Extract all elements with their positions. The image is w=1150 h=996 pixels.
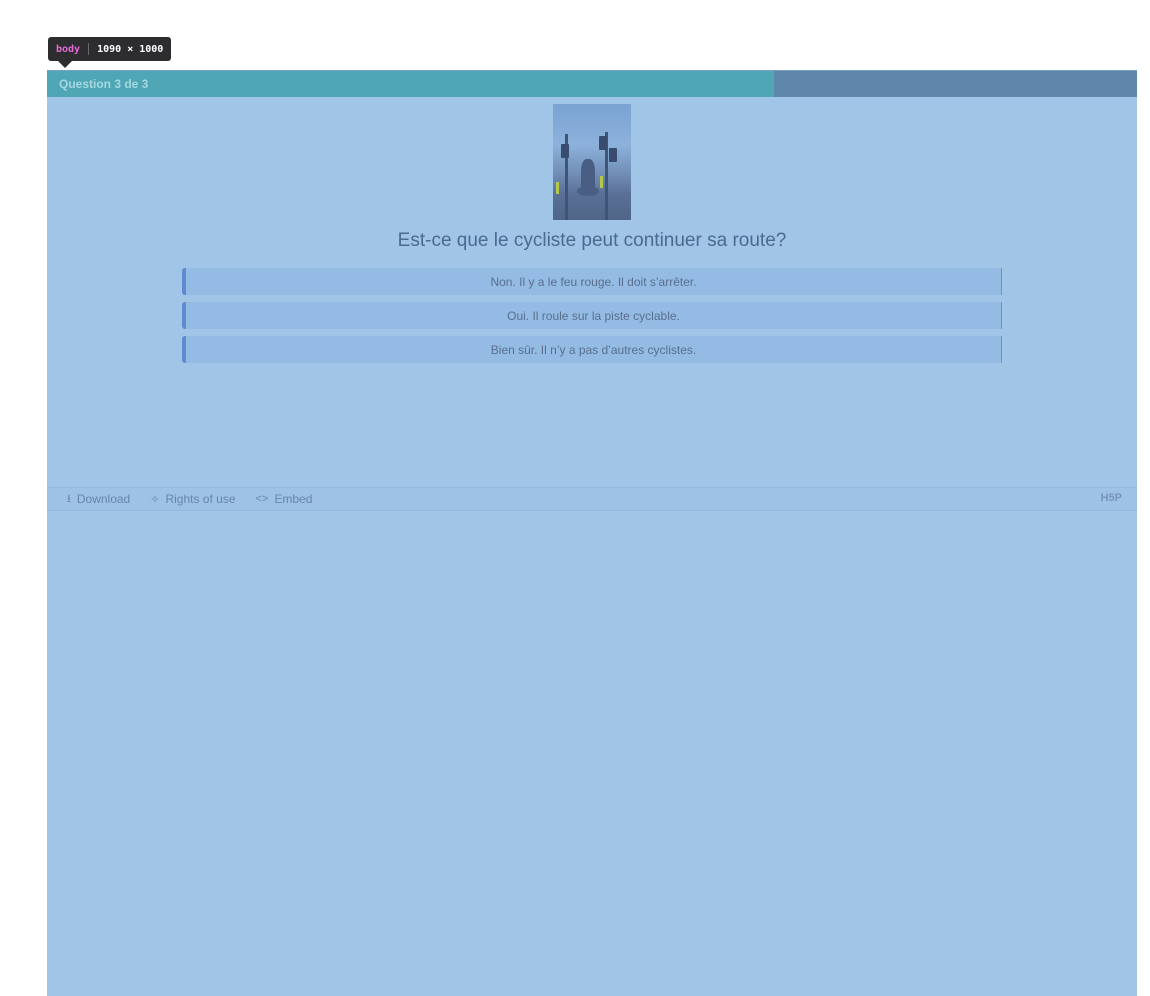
h5p-content-frame: Question 3 de 3 Est-ce que le cycliste p… xyxy=(47,70,1137,996)
h5p-logo[interactable]: H5P xyxy=(1101,492,1122,504)
handshake-icon: ✧ xyxy=(150,493,160,506)
inspect-size: 1090 × 1000 xyxy=(97,43,164,55)
question-image xyxy=(553,104,631,220)
code-icon: <> xyxy=(255,493,269,505)
download-button[interactable]: ⭳ Download xyxy=(67,490,130,509)
devtools-inspect-tooltip: body 1090 × 1000 xyxy=(48,37,172,68)
question-progress-bar: Question 3 de 3 xyxy=(47,70,1137,97)
progress-label: Question 3 de 3 xyxy=(59,77,149,91)
inspect-tag-name: body xyxy=(56,43,81,55)
h5p-actions-bar: ⭳ Download ✧ Rights of use <> Embed H5P xyxy=(47,487,1137,511)
rights-of-use-label: Rights of use xyxy=(165,492,236,506)
answer-option-3[interactable]: Bien sûr. Il n’y a pas d’autres cycliste… xyxy=(182,336,1002,363)
question-title: Est-ce que le cycliste peut continuer sa… xyxy=(397,230,787,251)
inspect-separator xyxy=(88,43,90,55)
answer-list: Non. Il y a le feu rouge. Il doit s’arrê… xyxy=(182,268,1002,370)
rights-of-use-button[interactable]: ✧ Rights of use xyxy=(150,492,235,506)
download-icon: ⭳ xyxy=(67,492,71,505)
embed-button[interactable]: <> Embed xyxy=(256,492,313,506)
answer-option-1[interactable]: Non. Il y a le feu rouge. Il doit s’arrê… xyxy=(182,268,1002,295)
download-label: Download xyxy=(76,492,131,506)
embed-label: Embed xyxy=(274,492,313,506)
progress-fill xyxy=(47,71,775,97)
answer-option-2[interactable]: Oui. Il roule sur la piste cyclable. xyxy=(182,302,1002,329)
